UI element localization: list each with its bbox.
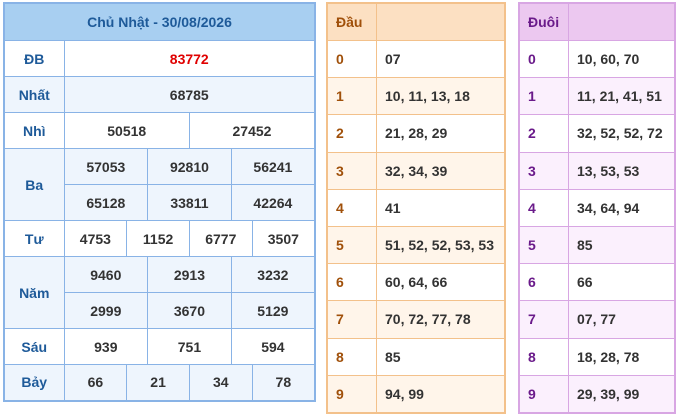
prize-value-bay: 21 [126,364,190,401]
prize-value-nam: 2999 [63,292,149,329]
dau-key: 4 [326,188,377,227]
prize-value-nhi: 27452 [188,112,316,149]
duoi-key: 2 [518,114,569,153]
dau-key: 8 [326,337,377,376]
prize-value-ba: 56241 [230,148,316,185]
prize-value-nam: 3232 [230,256,316,293]
duoi-values: 34, 64, 94 [568,188,676,227]
prize-value-sau: 939 [63,328,149,365]
prize-value-ba: 57053 [63,148,149,185]
duoi-values: 32, 52, 52, 72 [568,114,676,153]
prize-value-ba: 92810 [147,148,232,185]
duoi-table: Đuôi 0 10, 60, 70 1 11, 21, 41, 51 2 32, 52… [518,2,676,414]
dau-key: 1 [326,77,377,116]
duoi-values: 10, 60, 70 [568,39,676,79]
prize-value-nam: 9460 [63,256,149,293]
prize-value-tu: 4753 [63,220,128,257]
dau-values: 21, 28, 29 [376,114,506,153]
prize-value-ba: 65128 [63,184,149,221]
prize-value-tu: 6777 [188,220,253,257]
prize-label-sau: Sáu [3,328,65,365]
duoi-key: 9 [518,374,569,414]
dau-values: 70, 72, 77, 78 [376,300,506,339]
prize-value-nam: 2913 [147,256,232,293]
prize-value-nhi: 50518 [63,112,190,149]
dau-key: 0 [326,39,377,79]
dau-values: 32, 34, 39 [376,151,506,190]
prize-label-nhat: Nhất [3,76,65,113]
prize-label-nhi: Nhì [3,112,65,149]
duoi-header: Đuôi [518,2,569,41]
duoi-key: 5 [518,225,569,265]
prize-value-nhat: 68785 [63,76,316,113]
dau-values: 41 [376,188,506,227]
dau-key: 3 [326,151,377,190]
prize-label-bay: Bảy [3,364,65,401]
duoi-key: 6 [518,263,569,302]
duoi-key: 8 [518,337,569,376]
dau-values: 07 [376,39,506,79]
dau-key: 6 [326,263,377,302]
dau-values: 60, 64, 66 [376,263,506,302]
prize-value-db: 83772 [63,40,316,77]
duoi-values: 11, 21, 41, 51 [568,77,676,116]
dau-key: 7 [326,300,377,339]
dau-values: 51, 52, 52, 53, 53 [376,225,506,265]
prize-label-ba: Ba [3,148,65,221]
prize-value-nam: 5129 [230,292,316,329]
prize-value-ba: 33811 [147,184,232,221]
prize-value-bay: 66 [63,364,128,401]
prize-value-sau: 751 [147,328,232,365]
prize-value-bay: 34 [188,364,253,401]
results-table: Chủ Nhật - 30/08/2026 ĐB 83772 Nhất 6878… [3,2,316,402]
prize-label-nam: Năm [3,256,65,329]
duoi-key: 7 [518,300,569,339]
prize-label-tu: Tư [3,220,65,257]
duoi-values: 85 [568,225,676,265]
dau-key: 5 [326,225,377,265]
duoi-values: 18, 28, 78 [568,337,676,376]
duoi-key: 0 [518,39,569,79]
results-date-title: Chủ Nhật - 30/08/2026 [3,2,316,41]
duoi-key: 4 [518,188,569,227]
prize-value-tu: 1152 [126,220,190,257]
duoi-values: 13, 53, 53 [568,151,676,190]
dau-table: Đầu 0 07 1 10, 11, 13, 18 2 21, 28, 29 3 32,… [326,2,506,414]
dau-header-blank [376,2,506,41]
dau-key: 2 [326,114,377,153]
duoi-values: 07, 77 [568,300,676,339]
prize-label-db: ĐB [3,40,65,77]
prize-value-ba: 42264 [230,184,316,221]
dau-values: 94, 99 [376,374,506,414]
prize-value-nam: 3670 [147,292,232,329]
dau-key: 9 [326,374,377,414]
prize-value-sau: 594 [230,328,316,365]
duoi-values: 66 [568,263,676,302]
duoi-key: 3 [518,151,569,190]
dau-values: 85 [376,337,506,376]
duoi-header-blank [568,2,676,41]
duoi-values: 29, 39, 99 [568,374,676,414]
prize-value-bay: 78 [251,364,316,401]
dau-values: 10, 11, 13, 18 [376,77,506,116]
prize-value-tu: 3507 [251,220,316,257]
dau-header: Đầu [326,2,377,41]
duoi-key: 1 [518,77,569,116]
